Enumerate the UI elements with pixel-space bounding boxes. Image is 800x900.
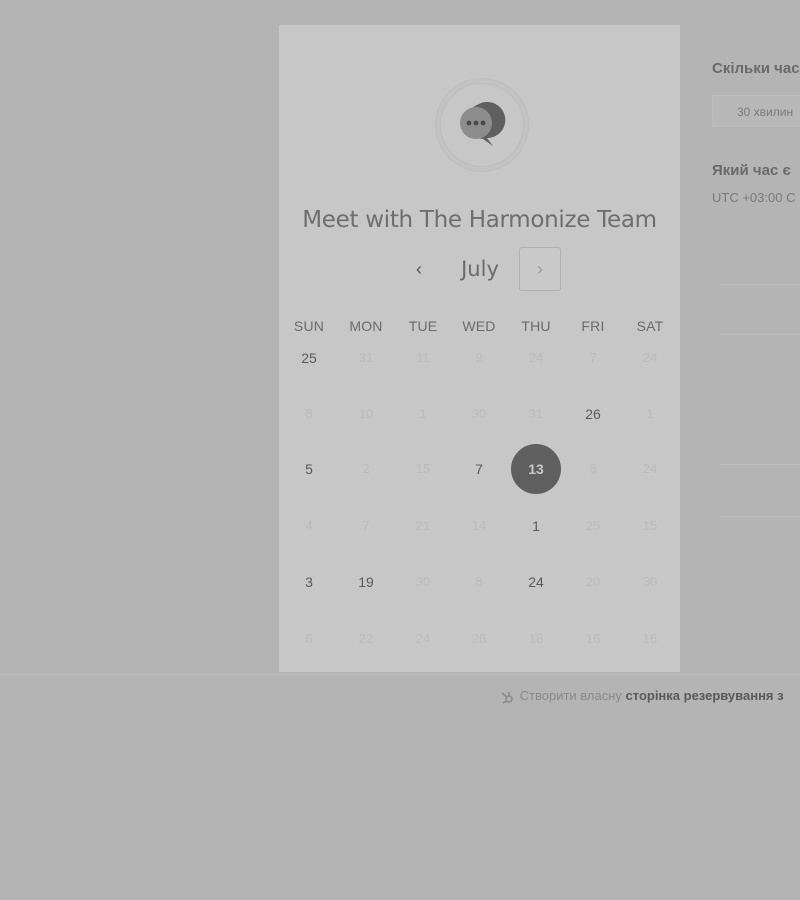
unavailable-day: 1 xyxy=(419,406,427,421)
unavailable-day: 24 xyxy=(415,631,431,646)
available-day[interactable]: 3 xyxy=(284,557,334,607)
weekday-label: MON xyxy=(349,318,383,334)
booking-page: Meet with The Harmonize Team ‹ July › SU… xyxy=(0,0,800,900)
next-month-button[interactable]: › xyxy=(519,247,561,291)
unavailable-day: 15 xyxy=(642,518,658,533)
unavailable-day: 8 xyxy=(589,461,597,476)
duration-option-button[interactable]: 30 хвилин xyxy=(712,95,800,127)
calendar-card: Meet with The Harmonize Team ‹ July › SU… xyxy=(279,25,680,672)
available-day[interactable]: 25 xyxy=(284,333,334,383)
divider xyxy=(720,464,800,465)
divider xyxy=(720,516,800,517)
unavailable-day: 10 xyxy=(358,406,374,421)
unavailable-day: 7 xyxy=(589,350,597,365)
unavailable-day: 2 xyxy=(362,461,370,476)
page-divider xyxy=(0,674,800,675)
available-day[interactable]: 19 xyxy=(341,557,391,607)
unavailable-day: 20 xyxy=(585,574,601,589)
available-day[interactable]: 1 xyxy=(511,501,561,551)
timezone-selector[interactable]: UTC +03:00 С xyxy=(712,190,795,205)
options-panel: Скільки час 30 хвилин Який час є UTC +03… xyxy=(712,58,800,528)
selected-day[interactable]: 13 xyxy=(511,444,561,494)
unavailable-day: 31 xyxy=(528,406,544,421)
month-label: July xyxy=(461,257,499,281)
unavailable-day: 8 xyxy=(305,406,313,421)
unavailable-day: 8 xyxy=(475,574,483,589)
month-navigation: ‹ July › xyxy=(279,247,680,291)
create-booking-page-link[interactable]: сторінка резервування з xyxy=(626,688,784,703)
unavailable-day: 24 xyxy=(642,350,658,365)
weekday-label: TUE xyxy=(408,318,438,334)
weekday-label: THU xyxy=(521,318,551,334)
available-day[interactable]: 24 xyxy=(511,557,561,607)
hubspot-sprocket-icon xyxy=(501,691,513,704)
unavailable-day: 21 xyxy=(415,518,431,533)
weekday-label: SUN xyxy=(293,318,325,334)
unavailable-day: 30 xyxy=(642,574,658,589)
team-avatar xyxy=(440,83,524,167)
unavailable-day: 4 xyxy=(305,518,313,533)
footer-text: Створити власну xyxy=(519,688,622,703)
unavailable-day: 16 xyxy=(642,631,658,646)
unavailable-day: 1 xyxy=(646,406,654,421)
unavailable-day: 31 xyxy=(358,350,374,365)
available-day[interactable]: 26 xyxy=(568,389,618,439)
unavailable-day: 30 xyxy=(415,574,431,589)
weekday-label: WED xyxy=(462,318,496,334)
unavailable-day: 24 xyxy=(642,461,658,476)
prev-month-button[interactable]: ‹ xyxy=(404,255,434,283)
unavailable-day: 15 xyxy=(415,461,431,476)
chevron-right-icon: › xyxy=(537,259,543,279)
unavailable-day: 18 xyxy=(528,631,544,646)
divider xyxy=(720,334,800,335)
unavailable-day: 14 xyxy=(471,518,487,533)
unavailable-day: 25 xyxy=(585,518,601,533)
unavailable-day: 6 xyxy=(305,631,313,646)
divider xyxy=(720,284,800,285)
duration-heading: Скільки час xyxy=(712,60,800,77)
unavailable-day: 7 xyxy=(362,518,370,533)
available-day[interactable]: 7 xyxy=(454,444,504,494)
chevron-left-icon: ‹ xyxy=(416,259,422,279)
unavailable-day: 22 xyxy=(358,631,374,646)
unavailable-day: 9 xyxy=(475,350,483,365)
unavailable-day: 26 xyxy=(471,631,487,646)
page-title: Meet with The Harmonize Team xyxy=(302,207,657,233)
footer: Створити власну сторінка резервування з xyxy=(500,688,784,704)
unavailable-day: 24 xyxy=(528,350,544,365)
chat-bubble-icon xyxy=(460,102,506,146)
available-day[interactable]: 5 xyxy=(284,444,334,494)
time-heading: Який час є xyxy=(712,162,791,179)
weekday-label: SAT xyxy=(636,318,664,334)
unavailable-day: 16 xyxy=(585,631,601,646)
weekday-label: FRI xyxy=(581,318,605,334)
unavailable-day: 11 xyxy=(416,350,430,365)
unavailable-day: 30 xyxy=(471,406,487,421)
